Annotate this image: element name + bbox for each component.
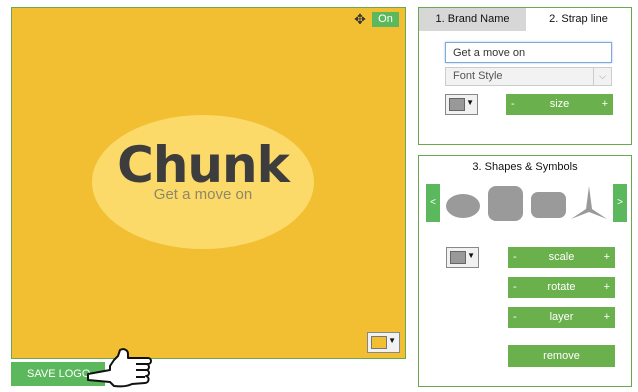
rotate-label: rotate — [547, 281, 576, 293]
size-increase-button[interactable]: + — [602, 94, 608, 115]
size-decrease-button[interactable]: - — [511, 94, 515, 115]
shapes-symbols-panel: 3. Shapes & Symbols < > ▼ - scale + - ro… — [418, 155, 632, 387]
layer-increase-button[interactable]: + — [604, 307, 610, 328]
rotate-stepper: - rotate + — [508, 277, 615, 298]
shapes-prev-button[interactable]: < — [426, 184, 440, 222]
logo-brand-name[interactable]: Chunk — [92, 139, 314, 191]
layer-label: layer — [549, 311, 574, 323]
size-stepper: - size + — [506, 94, 613, 115]
scale-decrease-button[interactable]: - — [513, 247, 517, 268]
caret-down-icon: ▼ — [388, 336, 396, 345]
rotate-decrease-button[interactable]: - — [513, 277, 517, 298]
star-shape-option[interactable] — [570, 185, 608, 221]
logo-strap-line[interactable]: Get a move on — [92, 186, 314, 204]
font-style-select[interactable]: Font Style ⌵ — [445, 67, 612, 86]
on-toggle[interactable]: On — [372, 12, 399, 27]
pointing-hand-cursor-icon — [87, 348, 152, 388]
logo-canvas[interactable]: ✥ On Chunk Get a move on ▼ — [11, 7, 406, 359]
strap-line-panel: 1. Brand Name 2. Strap line Font Style ⌵… — [418, 7, 632, 145]
shape-color-picker[interactable]: ▼ — [446, 247, 479, 268]
rotate-increase-button[interactable]: + — [604, 277, 610, 298]
background-color-picker[interactable]: ▼ — [367, 332, 400, 353]
shapes-next-button[interactable]: > — [613, 184, 627, 222]
scale-increase-button[interactable]: + — [604, 247, 610, 268]
shapes-panel-title: 3. Shapes & Symbols — [472, 161, 578, 173]
rounded-rectangle-shape-option[interactable] — [531, 192, 566, 218]
size-label: size — [549, 98, 570, 110]
scale-stepper: - scale + — [508, 247, 615, 268]
scale-label: scale — [548, 251, 575, 263]
strap-line-input[interactable] — [445, 42, 612, 63]
move-arrows-icon[interactable]: ✥ — [353, 12, 367, 26]
layer-stepper: - layer + — [508, 307, 615, 328]
caret-down-icon: ▼ — [466, 98, 474, 107]
chevron-down-icon: ⌵ — [593, 68, 611, 85]
font-style-selected: Font Style — [453, 70, 503, 82]
color-swatch — [449, 98, 465, 111]
ellipse-shape-option[interactable] — [446, 194, 480, 218]
caret-down-icon: ▼ — [467, 251, 475, 260]
rounded-square-shape-option[interactable] — [488, 186, 523, 221]
tab-strap-line[interactable]: 2. Strap line — [526, 8, 631, 31]
color-swatch — [450, 251, 466, 264]
remove-shape-button[interactable]: remove — [508, 345, 615, 367]
text-color-picker[interactable]: ▼ — [445, 94, 478, 115]
layer-decrease-button[interactable]: - — [513, 307, 517, 328]
color-swatch — [371, 336, 387, 349]
tab-brand-name[interactable]: 1. Brand Name — [419, 8, 526, 31]
